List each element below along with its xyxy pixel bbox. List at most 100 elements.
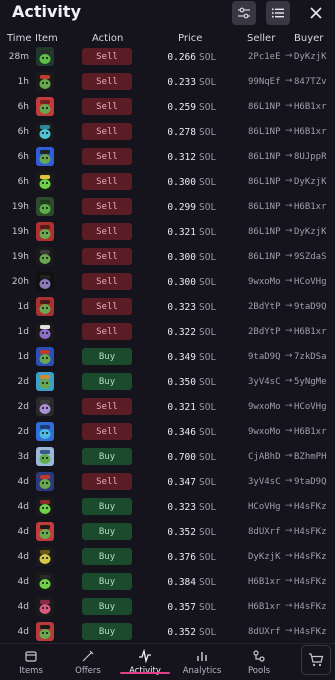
column-header-time[interactable]: Time: [7, 33, 31, 44]
table-row[interactable]: 6h Sell 0.259 SOL 86L1NP → H6B1xr: [0, 95, 335, 120]
row-buyer[interactable]: H4sFKz: [294, 627, 327, 637]
column-header-seller[interactable]: Seller: [247, 33, 275, 44]
table-row[interactable]: 19h Sell 0.300 SOL 86L1NP → 9SZdaS: [0, 245, 335, 270]
row-seller[interactable]: 9wxoMo: [248, 427, 281, 437]
tab-pools[interactable]: Pools: [231, 648, 287, 678]
row-seller[interactable]: 86L1NP: [248, 102, 281, 112]
table-row[interactable]: 20h Sell 0.300 SOL 9wxoMo → HCoVHg: [0, 270, 335, 295]
item-thumbnail[interactable]: [36, 197, 54, 216]
row-seller[interactable]: 8dUXrf: [248, 627, 281, 637]
table-row[interactable]: 2d Buy 0.350 SOL 3yV4sC → 5yNgMe: [0, 370, 335, 395]
table-row[interactable]: 4d Buy 0.323 SOL HCoVHg → H4sFKz: [0, 495, 335, 520]
item-thumbnail[interactable]: [36, 322, 54, 341]
item-thumbnail[interactable]: [36, 422, 54, 441]
row-buyer[interactable]: BZhmPH: [294, 452, 327, 462]
item-thumbnail[interactable]: [36, 172, 54, 191]
item-thumbnail[interactable]: [36, 497, 54, 516]
row-seller[interactable]: 2Pc1eE: [248, 52, 281, 62]
row-buyer[interactable]: 5yNgMe: [294, 377, 327, 387]
row-seller[interactable]: 86L1NP: [248, 202, 281, 212]
row-buyer[interactable]: 9taD9Q: [294, 477, 327, 487]
table-row[interactable]: 4d Buy 0.352 SOL 8dUXrf → H4sFKz: [0, 520, 335, 545]
column-header-buyer[interactable]: Buyer: [294, 33, 323, 44]
item-thumbnail[interactable]: [36, 347, 54, 366]
item-thumbnail[interactable]: [36, 372, 54, 391]
row-seller[interactable]: 3yV4sC: [248, 377, 281, 387]
column-header-item[interactable]: Item: [35, 33, 58, 44]
table-row[interactable]: 1d Sell 0.322 SOL 2BdYtP → H6B1xr: [0, 320, 335, 345]
close-button[interactable]: [304, 1, 328, 25]
table-row[interactable]: 19h Sell 0.321 SOL 86L1NP → DyKzjK: [0, 220, 335, 245]
row-buyer[interactable]: H6B1xr: [294, 427, 327, 437]
row-seller[interactable]: DyKzjK: [248, 552, 281, 562]
table-row[interactable]: 2d Sell 0.321 SOL 9wxoMo → HCoVHg: [0, 395, 335, 420]
item-thumbnail[interactable]: [36, 297, 54, 316]
row-seller[interactable]: 2BdYtP: [248, 302, 281, 312]
table-row[interactable]: 6h Sell 0.300 SOL 86L1NP → DyKzjK: [0, 170, 335, 195]
row-buyer[interactable]: 7zkDSa: [294, 352, 327, 362]
item-thumbnail[interactable]: [36, 222, 54, 241]
row-buyer[interactable]: 8UJppR: [294, 152, 327, 162]
row-seller[interactable]: 99NqEf: [248, 77, 281, 87]
row-seller[interactable]: 3yV4sC: [248, 477, 281, 487]
row-seller[interactable]: 2BdYtP: [248, 327, 281, 337]
table-row[interactable]: 1h Sell 0.233 SOL 99NqEf → 847TZv: [0, 70, 335, 95]
tab-offers[interactable]: Offers: [60, 648, 116, 678]
row-seller[interactable]: 86L1NP: [248, 177, 281, 187]
row-buyer[interactable]: 9SZdaS: [294, 252, 327, 262]
item-thumbnail[interactable]: [36, 447, 54, 466]
row-seller[interactable]: H6B1xr: [248, 602, 281, 612]
item-thumbnail[interactable]: [36, 72, 54, 91]
item-thumbnail[interactable]: [36, 122, 54, 141]
table-row[interactable]: 2d Sell 0.346 SOL 9wxoMo → H6B1xr: [0, 420, 335, 445]
table-row[interactable]: 19h Sell 0.299 SOL 86L1NP → H6B1xr: [0, 195, 335, 220]
row-buyer[interactable]: H6B1xr: [294, 102, 327, 112]
row-seller[interactable]: 9taD9Q: [248, 352, 281, 362]
item-thumbnail[interactable]: [36, 572, 54, 591]
row-seller[interactable]: 9wxoMo: [248, 402, 281, 412]
item-thumbnail[interactable]: [36, 247, 54, 266]
item-thumbnail[interactable]: [36, 472, 54, 491]
table-row[interactable]: 4d Sell 0.347 SOL 3yV4sC → 9taD9Q: [0, 470, 335, 495]
table-row[interactable]: 4d Buy 0.384 SOL H6B1xr → H4sFKz: [0, 570, 335, 595]
filter-button[interactable]: [232, 1, 256, 25]
table-row[interactable]: 6h Sell 0.278 SOL 86L1NP → H6B1xr: [0, 120, 335, 145]
item-thumbnail[interactable]: [36, 47, 54, 66]
tab-items[interactable]: Items: [3, 648, 59, 678]
cart-button[interactable]: [301, 645, 331, 675]
table-row[interactable]: 6h Sell 0.312 SOL 86L1NP → 8UJppR: [0, 145, 335, 170]
row-buyer[interactable]: 9taD9Q: [294, 302, 327, 312]
item-thumbnail[interactable]: [36, 597, 54, 616]
row-seller[interactable]: HCoVHg: [248, 502, 281, 512]
row-seller[interactable]: 86L1NP: [248, 152, 281, 162]
row-buyer[interactable]: H4sFKz: [294, 602, 327, 612]
row-buyer[interactable]: HCoVHg: [294, 402, 327, 412]
row-seller[interactable]: H6B1xr: [248, 577, 281, 587]
item-thumbnail[interactable]: [36, 547, 54, 566]
row-seller[interactable]: 86L1NP: [248, 127, 281, 137]
item-thumbnail[interactable]: [36, 397, 54, 416]
tab-analytics[interactable]: Analytics: [174, 648, 230, 678]
table-row[interactable]: 28m Sell 0.266 SOL 2Pc1eE → DyKzjK: [0, 45, 335, 70]
row-buyer[interactable]: H6B1xr: [294, 202, 327, 212]
row-buyer[interactable]: HCoVHg: [294, 277, 327, 287]
item-thumbnail[interactable]: [36, 622, 54, 641]
row-buyer[interactable]: H6B1xr: [294, 327, 327, 337]
row-buyer[interactable]: DyKzjK: [294, 177, 327, 187]
row-buyer[interactable]: H4sFKz: [294, 552, 327, 562]
column-header-action[interactable]: Action: [92, 33, 123, 44]
table-row[interactable]: 4d Buy 0.376 SOL DyKzjK → H4sFKz: [0, 545, 335, 570]
row-buyer[interactable]: H4sFKz: [294, 527, 327, 537]
column-header-price[interactable]: Price: [178, 33, 202, 44]
table-row[interactable]: 4d Buy 0.357 SOL H6B1xr → H4sFKz: [0, 595, 335, 620]
row-buyer[interactable]: H6B1xr: [294, 127, 327, 137]
list-view-button[interactable]: [266, 1, 290, 25]
row-seller[interactable]: 86L1NP: [248, 252, 281, 262]
row-seller[interactable]: 9wxoMo: [248, 277, 281, 287]
item-thumbnail[interactable]: [36, 97, 54, 116]
row-seller[interactable]: CjABhD: [248, 452, 281, 462]
table-row[interactable]: 1d Sell 0.323 SOL 2BdYtP → 9taD9Q: [0, 295, 335, 320]
row-seller[interactable]: 86L1NP: [248, 227, 281, 237]
item-thumbnail[interactable]: [36, 147, 54, 166]
row-buyer[interactable]: DyKzjK: [294, 52, 327, 62]
